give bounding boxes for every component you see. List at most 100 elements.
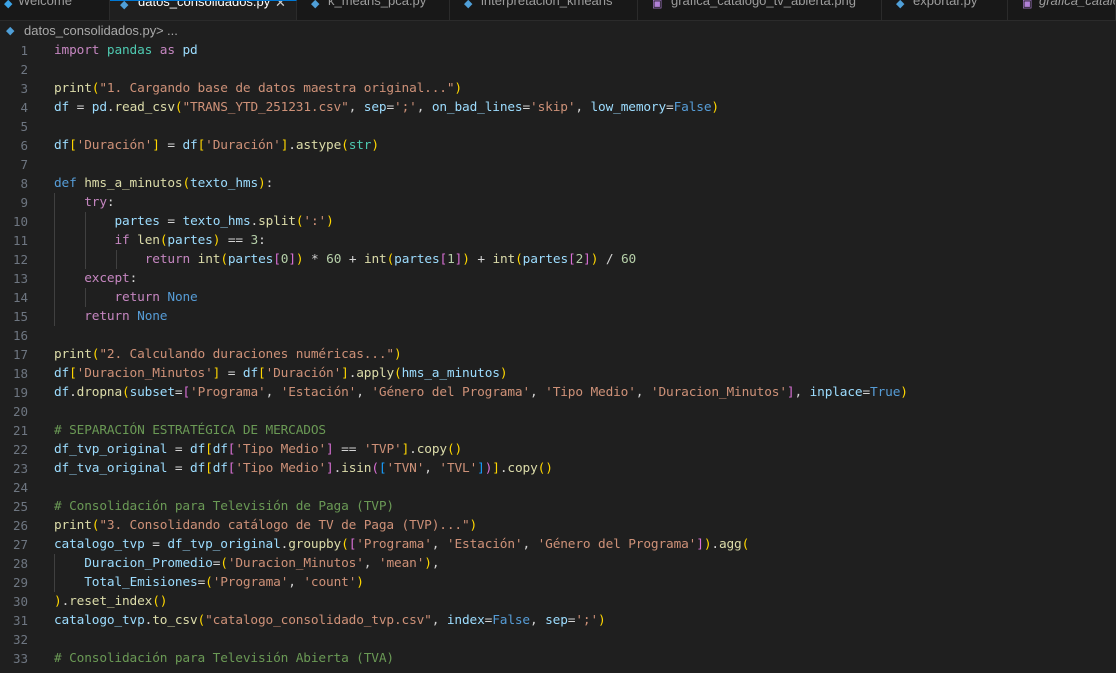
code-text: try: (84, 195, 115, 210)
code-text: df['Duración'] = df['Duración'].astype(s… (54, 138, 379, 153)
code-line[interactable]: 1 import pandas as pd (0, 41, 1116, 60)
python-icon: ◆ (896, 0, 905, 10)
line-number: 33 (12, 651, 28, 666)
code-line[interactable]: 2 (0, 60, 1116, 79)
line-number: 3 (20, 81, 28, 96)
code-line[interactable]: 26 print("3. Consolidando catálogo de TV … (0, 516, 1116, 535)
code-line[interactable]: 9 try: (0, 193, 1116, 212)
code-line[interactable]: 16 (0, 326, 1116, 345)
code-line[interactable]: 8 def hms_a_minutos(texto_hms): (0, 174, 1116, 193)
code-text: # SEPARACIÓN ESTRATÉGICA DE MERCADOS (54, 423, 326, 438)
line-number: 21 (12, 423, 28, 438)
line-number: 22 (12, 442, 28, 457)
line-number: 30 (12, 594, 28, 609)
code-line[interactable]: 20 (0, 402, 1116, 421)
code-line[interactable]: 10 partes = texto_hms.split(':') (0, 212, 1116, 231)
image-icon: ▣ (1022, 0, 1033, 10)
code-text: print("3. Consolidando catálogo de TV de… (54, 518, 478, 533)
line-number: 9 (20, 195, 28, 210)
breadcrumb-separator: > (156, 23, 164, 38)
tab-exportar[interactable]: ◆ exportar.py (882, 0, 1008, 20)
line-number: 24 (12, 480, 28, 495)
line-number: 14 (12, 290, 28, 305)
code-line[interactable]: 32 (0, 630, 1116, 649)
code-text: import pandas as pd (54, 43, 198, 58)
code-text: df['Duracion_Minutos'] = df['Duración'].… (54, 366, 508, 381)
tab-grafica-catalogo[interactable]: ▣ grafica_catalo (1008, 0, 1116, 20)
line-number: 16 (12, 328, 28, 343)
code-text: df_tvp_original = df[df['Tipo Medio'] ==… (54, 442, 463, 457)
code-line[interactable]: 17 print("2. Calculando duraciones numéri… (0, 345, 1116, 364)
tab-datos-consolidados[interactable]: ◆ datos_consolidados.py ✕ (110, 0, 297, 20)
code-text: return int(partes[0]) * 60 + int(partes[… (144, 252, 637, 267)
code-text: Total_Emisiones=('Programa', 'count') (84, 575, 364, 590)
code-line[interactable]: 18 df['Duracion_Minutos'] = df['Duración'… (0, 364, 1116, 383)
line-number: 25 (12, 499, 28, 514)
code-editor[interactable]: 1 import pandas as pd 2 3 print("1. Cargando… (0, 41, 1116, 673)
code-line[interactable]: 19 df.dropna(subset=['Programa', 'Estació… (0, 383, 1116, 402)
tab-grafica-catalogo-tv-abierta[interactable]: ▣ grafica_catalogo_tv_abierta.png (638, 0, 882, 20)
code-line[interactable]: 25 # Consolidación para Televisión de Pag… (0, 497, 1116, 516)
line-number: 15 (12, 309, 28, 324)
tab-label: exportar.py (913, 0, 978, 8)
line-number: 6 (20, 138, 28, 153)
code-line[interactable]: 15 return None (0, 307, 1116, 326)
code-text: ).reset_index() (54, 594, 168, 609)
code-line[interactable]: 23 df_tva_original = df[df['Tipo Medio'].… (0, 459, 1116, 478)
code-text: def hms_a_minutos(texto_hms): (54, 176, 274, 191)
code-text: print("2. Calculando duraciones numérica… (54, 347, 402, 362)
code-line[interactable]: 5 (0, 117, 1116, 136)
close-icon[interactable]: ✕ (275, 1, 286, 10)
code-line[interactable]: 7 (0, 155, 1116, 174)
code-line[interactable]: 29 Total_Emisiones=('Programa', 'count') (0, 573, 1116, 592)
line-number: 5 (20, 119, 28, 134)
code-line[interactable]: 4 df = pd.read_csv("TRANS_YTD_251231.csv"… (0, 98, 1116, 117)
editor-tab-bar: ◆ Welcome ◆ datos_consolidados.py ✕ ◆ k_… (0, 0, 1116, 21)
code-text: if len(partes) == 3: (114, 233, 266, 248)
tab-label: grafica_catalogo_tv_abierta.png (671, 0, 857, 8)
code-text: df_tva_original = df[df['Tipo Medio'].is… (54, 461, 553, 476)
line-number: 32 (12, 632, 28, 647)
breadcrumb-file[interactable]: datos_consolidados.py (24, 21, 156, 41)
tab-interpretacion-kmeans[interactable]: ◆ interpretacion_kmeans (450, 0, 638, 20)
code-text: except: (84, 271, 138, 286)
code-line[interactable]: 21 # SEPARACIÓN ESTRATÉGICA DE MERCADOS (0, 421, 1116, 440)
code-line[interactable]: 11 if len(partes) == 3: (0, 231, 1116, 250)
line-number: 13 (12, 271, 28, 286)
tab-label: interpretacion_kmeans (481, 0, 613, 8)
line-number: 12 (12, 252, 28, 267)
code-text: print("1. Cargando base de datos maestra… (54, 81, 462, 96)
code-line[interactable]: 28 Duracion_Promedio=('Duracion_Minutos'… (0, 554, 1116, 573)
code-line[interactable]: 27 catalogo_tvp = df_tvp_original.groupby… (0, 535, 1116, 554)
tab-label: grafica_catalo (1039, 0, 1116, 8)
line-number: 23 (12, 461, 28, 476)
code-line[interactable]: 22 df_tvp_original = df[df['Tipo Medio'] … (0, 440, 1116, 459)
code-text: partes = texto_hms.split(':') (114, 214, 334, 229)
line-number: 28 (12, 556, 28, 571)
code-text: df.dropna(subset=['Programa', 'Estación'… (54, 385, 908, 400)
tab-k-means-pca[interactable]: ◆ k_means_pca.py (297, 0, 450, 20)
code-text: # Consolidación para Televisión de Paga … (54, 499, 394, 514)
code-text: return None (84, 309, 168, 324)
code-line[interactable]: 3 print("1. Cargando base de datos maestr… (0, 79, 1116, 98)
code-line[interactable]: 14 return None (0, 288, 1116, 307)
code-text: df = pd.read_csv("TRANS_YTD_251231.csv",… (54, 100, 719, 115)
python-icon: ◆ (464, 0, 473, 10)
code-text: catalogo_tvp = df_tvp_original.groupby([… (54, 537, 750, 552)
code-line[interactable]: 31 catalogo_tvp.to_csv("catalogo_consolid… (0, 611, 1116, 630)
line-number: 17 (12, 347, 28, 362)
tab-welcome[interactable]: ◆ Welcome (0, 0, 110, 20)
code-line[interactable]: 6 df['Duración'] = df['Duración'].astype(… (0, 136, 1116, 155)
code-line[interactable]: 24 (0, 478, 1116, 497)
breadcrumb-symbols[interactable]: ... (167, 21, 178, 41)
code-line[interactable]: 13 except: (0, 269, 1116, 288)
line-number: 20 (12, 404, 28, 419)
line-number: 27 (12, 537, 28, 552)
code-text: Duracion_Promedio=('Duracion_Minutos', '… (84, 556, 440, 571)
python-icon: ◆ (311, 0, 320, 10)
code-line[interactable]: 12 return int(partes[0]) * 60 + int(part… (0, 250, 1116, 269)
code-line[interactable]: 30 ).reset_index() (0, 592, 1116, 611)
vscode-icon: ◆ (4, 0, 13, 10)
code-line[interactable]: 33 # Consolidación para Televisión Abiert… (0, 649, 1116, 668)
tab-label: k_means_pca.py (328, 0, 427, 8)
